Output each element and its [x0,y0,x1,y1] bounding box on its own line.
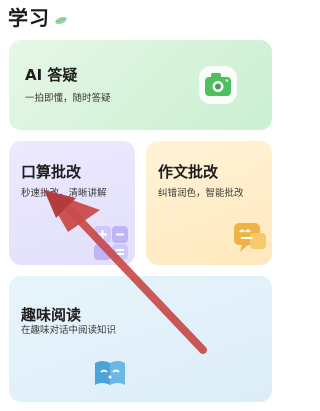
page-header: 学习 [8,0,68,32]
fun-reading-card[interactable]: 趣味阅读 在趣味对话中阅读知识 [9,276,272,402]
chat-bubble-icon [234,223,266,252]
page-title: 学习 [8,5,50,30]
open-book-icon [95,361,125,385]
ai-qa-title: AI 答疑 [25,66,78,84]
essay-correction-title: 作文批改 [158,163,219,181]
calculator-icon [94,226,128,260]
fun-reading-subtitle: 在趣味对话中阅读知识 [21,325,117,336]
camera-icon [199,66,237,104]
leaf-icon [55,16,67,24]
math-correction-subtitle: 秒速批改，清晰讲解 [21,188,107,199]
ai-qa-subtitle: 一拍即懂，随时答疑 [25,93,111,104]
math-correction-title: 口算批改 [21,163,82,181]
essay-correction-subtitle: 纠错润色，智能批改 [158,188,244,199]
